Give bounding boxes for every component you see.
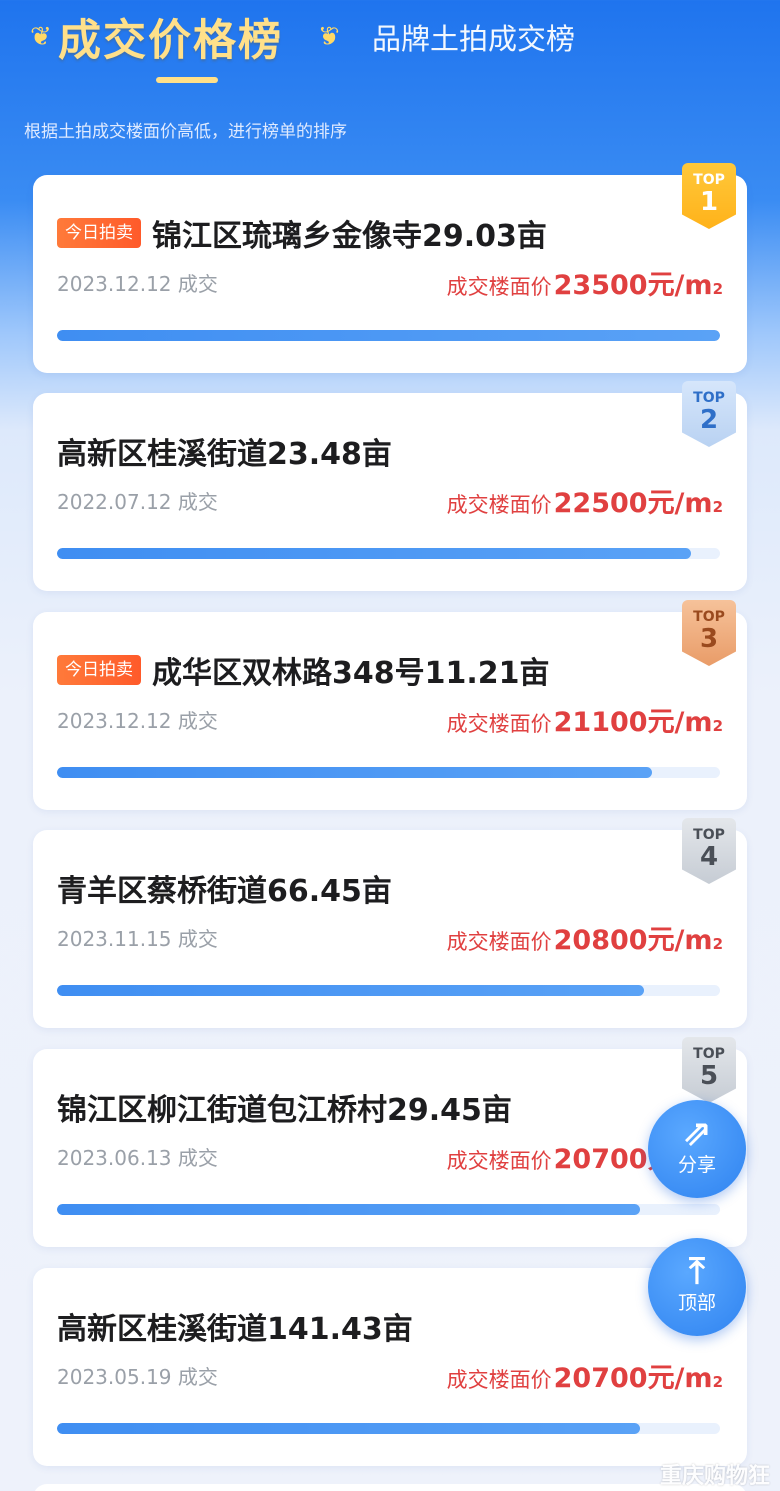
laurel-left-icon: ❦ [30,22,52,52]
header: ❦ 成交价格榜 ❦ 品牌土拍成交榜 根据土拍成交楼面价高低，进行榜单的排序 [0,0,780,170]
floor-price: 成交楼面价 20800 元/m 2 [447,918,723,957]
rank-top-label: TOP [693,390,725,406]
deal-date: 2023.12.12 成交 [57,709,218,733]
floor-price: 成交楼面价 20700 元/m 2 [447,1356,723,1395]
price-progress-fill [57,767,653,778]
price-unit: 元/m [647,707,713,738]
price-progress-track [57,985,720,996]
deal-date: 2022.07.12 成交 [57,490,218,514]
price-label: 成交楼面价 [446,1368,552,1392]
card-title-row: 青羊区蔡桥街道66.45亩 [57,866,392,910]
price-unit-sup: 2 [712,717,723,735]
rank-number: 2 [699,405,719,435]
price-unit-sup: 2 [712,935,723,953]
rank-top-label: TOP [693,172,725,188]
price-unit: 元/m [647,270,713,301]
ranking-card[interactable]: 今日拍卖 成华区双林路348号11.21亩 2023.12.12 成交 成交楼面… [33,600,747,810]
deal-date: 2023.12.12 成交 [57,272,218,296]
land-title: 成华区双林路348号11.21亩 [152,656,550,691]
laurel-right-icon: ❦ [318,22,340,52]
land-title: 锦江区琉璃乡金像寺29.03亩 [152,219,547,254]
ranking-card[interactable]: 青羊区蔡桥街道66.45亩 2023.11.15 成交 成交楼面价 20800 … [33,818,747,1028]
card-title-row: 今日拍卖 成华区双林路348号11.21亩 [57,648,550,692]
price-label: 成交楼面价 [446,712,552,736]
active-tab-indicator [156,77,218,83]
land-title: 青羊区蔡桥街道66.45亩 [57,874,392,909]
today-auction-badge: 今日拍卖 [57,218,141,248]
rank-badge: TOP 3 [682,600,736,666]
ranking-card-next[interactable] [33,1484,747,1491]
rank-badge: TOP 1 [682,163,736,229]
price-value: 20800 [553,925,648,956]
ranking-card[interactable]: 今日拍卖 锦江区琉璃乡金像寺29.03亩 2023.12.12 成交 成交楼面价… [33,163,747,373]
today-auction-badge: 今日拍卖 [57,655,141,685]
tab-price-ranking[interactable]: 成交价格榜 [58,6,283,68]
arrow-up-to-top-icon: ⤒ [689,1251,705,1292]
price-progress-fill [57,1423,641,1434]
card-title-row: 今日拍卖 锦江区琉璃乡金像寺29.03亩 [57,211,547,255]
price-value: 23500 [553,270,648,301]
rank-top-label: TOP [693,609,725,625]
price-unit: 元/m [647,1363,713,1394]
rank-number: 5 [699,1061,719,1091]
floor-price: 成交楼面价 22500 元/m 2 [447,481,723,520]
rank-badge: TOP 4 [682,818,736,884]
rank-top-label: TOP [693,1046,725,1062]
price-unit: 元/m [647,925,713,956]
price-value: 21100 [553,707,648,738]
price-unit-sup: 2 [712,280,723,298]
deal-date: 2023.06.13 成交 [57,1146,218,1170]
share-button[interactable]: ⇗ 分享 [648,1100,746,1198]
price-progress-track [57,330,720,341]
rank-top-label: TOP [693,827,725,843]
rank-number: 4 [699,842,719,872]
price-unit-sup: 2 [712,1373,723,1391]
ranking-description: 根据土拍成交楼面价高低，进行榜单的排序 [24,122,347,142]
rank-number: 3 [699,624,719,654]
tab-brand-ranking[interactable]: 品牌土拍成交榜 [372,16,575,58]
price-value: 20700 [553,1363,648,1394]
price-unit: 元/m [647,488,713,519]
card-title-row: 高新区桂溪街道23.48亩 [57,429,392,473]
ranking-card[interactable]: 高新区桂溪街道141.43亩 2023.05.19 成交 成交楼面价 20700… [33,1256,747,1466]
price-progress-fill [57,330,720,341]
price-progress-fill [57,1204,641,1215]
rank-number: 1 [699,187,719,217]
price-label: 成交楼面价 [446,930,552,954]
price-value: 22500 [553,488,648,519]
price-progress-track [57,767,720,778]
deal-date: 2023.05.19 成交 [57,1365,218,1389]
price-value: 20700 [553,1144,648,1175]
watermark: 重庆购物狂 [660,1464,771,1489]
share-icon: ⇗ [681,1113,713,1154]
price-progress-fill [57,985,644,996]
deal-date: 2023.11.15 成交 [57,927,218,951]
floor-price: 成交楼面价 21100 元/m 2 [447,700,723,739]
land-title: 锦江区柳江街道包江桥村29.45亩 [57,1093,512,1128]
rank-badge: TOP 2 [682,381,736,447]
land-title: 高新区桂溪街道141.43亩 [57,1312,413,1347]
price-progress-track [57,1423,720,1434]
floor-price: 成交楼面价 23500 元/m 2 [447,263,723,302]
price-unit-sup: 2 [712,498,723,516]
land-title: 高新区桂溪街道23.48亩 [57,437,392,472]
back-to-top-button[interactable]: ⤒ 顶部 [648,1238,746,1336]
ranking-card[interactable]: 锦江区柳江街道包江桥村29.45亩 2023.06.13 成交 成交楼面价 20… [33,1037,747,1247]
card-title-row: 锦江区柳江街道包江桥村29.45亩 [57,1085,512,1129]
price-progress-track [57,1204,720,1215]
price-label: 成交楼面价 [446,1149,552,1173]
card-title-row: 高新区桂溪街道141.43亩 [57,1304,413,1348]
price-progress-fill [57,548,692,559]
ranking-card[interactable]: 高新区桂溪街道23.48亩 2022.07.12 成交 成交楼面价 22500 … [33,381,747,591]
price-label: 成交楼面价 [446,275,552,299]
price-progress-track [57,548,720,559]
price-label: 成交楼面价 [446,493,552,517]
rank-badge: TOP 5 [682,1037,736,1103]
